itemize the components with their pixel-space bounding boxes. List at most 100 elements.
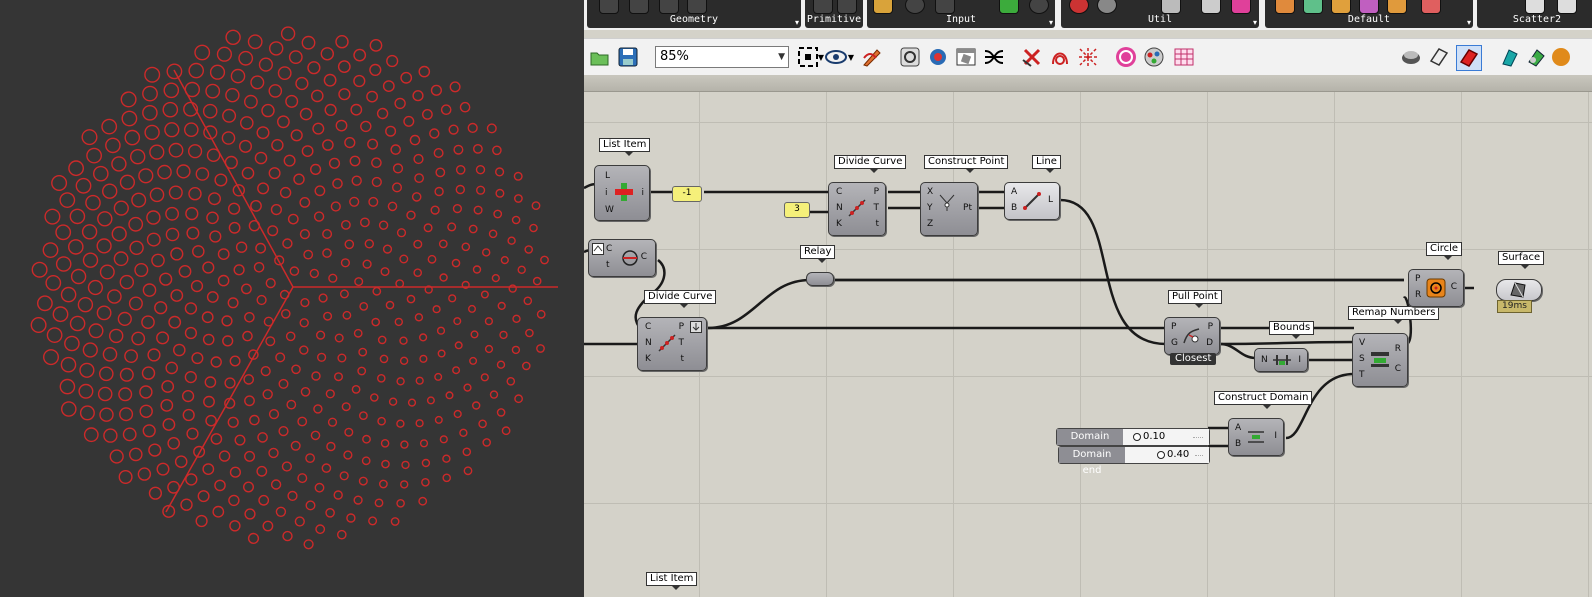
output-port[interactable]: I	[1298, 355, 1301, 365]
input-port[interactable]: K	[836, 219, 842, 229]
input-port[interactable]: T	[1359, 370, 1365, 380]
construct-point-component[interactable]: X Y Z Pt	[920, 182, 978, 236]
open-file-button[interactable]	[588, 45, 612, 69]
input-port[interactable]: L	[605, 171, 610, 181]
input-port[interactable]: S	[1359, 354, 1365, 364]
output-port[interactable]: T	[679, 338, 685, 348]
divide-curve-component[interactable]: C N K P T t	[828, 182, 886, 236]
window-button[interactable]	[954, 45, 978, 69]
input-port[interactable]: K	[645, 354, 651, 364]
cluster-button[interactable]	[1048, 45, 1072, 69]
wire-display-button[interactable]	[898, 45, 922, 69]
output-port[interactable]: T	[874, 203, 880, 213]
input-port[interactable]: N	[645, 338, 652, 348]
input-port[interactable]: C	[645, 322, 651, 332]
zoom-level-select[interactable]: 85% ▼	[655, 46, 789, 68]
remap-numbers-component[interactable]: V S T R C	[1352, 333, 1408, 387]
green-tool-button[interactable]	[1524, 45, 1548, 69]
input-port[interactable]: C	[836, 187, 842, 197]
input-port[interactable]: i	[605, 188, 608, 198]
slider-track[interactable]: 0.40	[1125, 447, 1209, 463]
expand-arrow-icon[interactable]: ▾	[1049, 18, 1053, 27]
output-port[interactable]: i	[641, 188, 644, 198]
output-port[interactable]: Pt	[963, 203, 972, 213]
ribbon-tab-scatter2[interactable]: Scatter2	[1477, 0, 1592, 28]
expand-arrow-icon[interactable]: ▾	[795, 18, 799, 27]
disconnect-button[interactable]	[1020, 45, 1044, 69]
output-port[interactable]: C	[641, 252, 647, 262]
wireframe-preview-button[interactable]	[1427, 45, 1451, 69]
input-port[interactable]: N	[836, 203, 843, 213]
output-port[interactable]: I	[1274, 431, 1277, 441]
divide-curve-component[interactable]: C N K P T t	[637, 317, 707, 371]
input-port[interactable]: t	[606, 260, 610, 270]
list-item-component[interactable]: L i W i	[594, 165, 650, 221]
wires-button[interactable]	[982, 45, 1006, 69]
orange-tool-button[interactable]	[1548, 45, 1572, 69]
shaded-preview-button[interactable]	[1399, 45, 1423, 69]
selected-preview-button[interactable]	[1456, 45, 1482, 71]
construct-domain-component[interactable]: A B I	[1228, 418, 1284, 456]
preview-dropdown-arrow[interactable]: ▼	[846, 45, 856, 69]
ribbon-tab-default[interactable]: Default ▾	[1265, 0, 1473, 28]
scale-toggle-icon[interactable]	[592, 243, 604, 255]
output-port[interactable]: P	[1208, 322, 1213, 332]
output-port[interactable]: L	[1048, 195, 1053, 205]
expand-arrow-icon[interactable]: ▾	[1467, 18, 1471, 27]
input-port[interactable]: A	[1011, 187, 1017, 197]
ribbon-tab-util[interactable]: Util ▾	[1061, 0, 1259, 28]
output-port[interactable]: C	[1451, 282, 1457, 292]
bake-button[interactable]	[926, 45, 950, 69]
record-button[interactable]	[1114, 45, 1138, 69]
pull-point-component[interactable]: P G P D	[1164, 317, 1220, 355]
input-port[interactable]: W	[605, 205, 614, 215]
input-port[interactable]: N	[1261, 355, 1268, 365]
scale-component[interactable]: C t C	[588, 239, 656, 277]
palette-button[interactable]	[1142, 45, 1166, 69]
preview-button[interactable]	[824, 45, 848, 69]
output-port[interactable]: t	[680, 354, 684, 364]
input-port[interactable]: G	[1171, 338, 1178, 348]
teal-tool-button[interactable]	[1498, 45, 1522, 69]
ribbon-tab-geometry[interactable]: Geometry ▾	[587, 0, 801, 28]
ribbon-tab-primitive[interactable]: Primitive	[805, 0, 863, 28]
rhino-viewport[interactable]	[0, 0, 584, 597]
explode-button[interactable]	[1076, 45, 1100, 69]
ribbon-tab-input[interactable]: Input ▾	[867, 0, 1055, 28]
input-port[interactable]: B	[1011, 203, 1017, 213]
input-port[interactable]: C	[606, 244, 612, 254]
output-port[interactable]: D	[1206, 338, 1213, 348]
panel-three[interactable]: 3	[784, 202, 810, 218]
domain-end-slider[interactable]: Domain end 0.40	[1058, 446, 1210, 476]
input-port[interactable]: B	[1235, 439, 1241, 449]
bounds-component[interactable]: N I	[1254, 348, 1308, 372]
input-port[interactable]: Z	[927, 219, 933, 229]
input-port[interactable]: X	[927, 187, 933, 197]
sketch-button[interactable]	[860, 45, 884, 69]
expand-arrow-icon[interactable]: ▾	[1253, 18, 1257, 27]
grid-button[interactable]	[1172, 45, 1196, 69]
input-port[interactable]: V	[1359, 338, 1365, 348]
output-port[interactable]: P	[679, 322, 684, 332]
slider-knob[interactable]	[1133, 433, 1141, 441]
slider-knob[interactable]	[1157, 451, 1165, 459]
slider-track[interactable]: 0.10	[1123, 429, 1209, 445]
panel-negative-one[interactable]: -1	[672, 186, 702, 202]
relay-component[interactable]	[806, 272, 834, 286]
grasshopper-canvas[interactable]: List Item L i W i C t C -1 3 Divide Curv…	[584, 92, 1592, 597]
surface-param[interactable]	[1496, 279, 1542, 301]
input-port[interactable]: A	[1235, 423, 1241, 433]
circle-component[interactable]: P R C	[1408, 269, 1464, 307]
save-file-button[interactable]	[616, 45, 640, 69]
output-port[interactable]: t	[875, 219, 879, 229]
input-port[interactable]: P	[1415, 274, 1420, 284]
input-port[interactable]: Y	[927, 203, 933, 213]
output-port[interactable]: C	[1395, 364, 1401, 374]
domain-start-slider[interactable]: Domain start 0.10	[1056, 428, 1210, 458]
input-port[interactable]: R	[1415, 290, 1421, 300]
input-port[interactable]: P	[1171, 322, 1176, 332]
output-port[interactable]: R	[1395, 344, 1401, 354]
graft-arrow-icon[interactable]	[690, 321, 702, 333]
output-port[interactable]: P	[874, 187, 879, 197]
line-component[interactable]: A B L	[1004, 182, 1060, 220]
